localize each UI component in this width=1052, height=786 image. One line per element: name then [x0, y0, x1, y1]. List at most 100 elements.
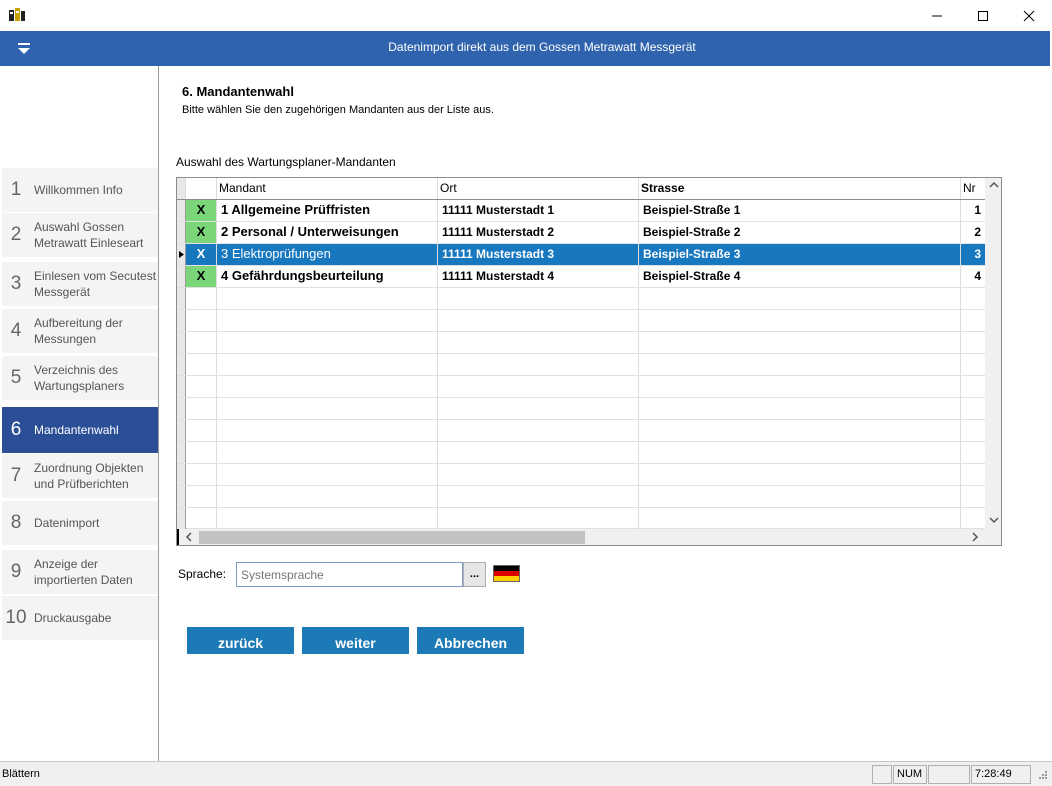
step-4[interactable]: 4 Aufbereitung der Messungen: [2, 309, 158, 353]
cell-ort: 11111 Musterstadt 4: [438, 266, 639, 287]
next-button[interactable]: weiter: [302, 627, 409, 654]
row-check[interactable]: X: [186, 266, 217, 287]
vertical-scrollbar[interactable]: [985, 178, 1001, 529]
horizontal-scrollbar[interactable]: [177, 529, 985, 545]
status-panel-num: NUM: [893, 765, 927, 784]
window-title: Datenimport direkt aus dem Gossen Metraw…: [388, 40, 696, 54]
title-bar: [0, 0, 1052, 31]
header-banner: Datenimport direkt aus dem Gossen Metraw…: [0, 31, 1050, 66]
step-label: Datenimport: [34, 516, 100, 530]
column-header-nr[interactable]: Nr: [961, 178, 985, 199]
cell-nr: 2: [974, 225, 981, 239]
scroll-right-icon[interactable]: [970, 532, 980, 545]
empty-row: [177, 508, 985, 529]
cell-strasse: Beispiel-Straße 4: [639, 266, 961, 287]
page-title: 6. Mandantenwahl: [182, 84, 294, 99]
back-button[interactable]: zurück: [187, 627, 294, 654]
scroll-corner: [985, 529, 1001, 545]
status-panel-scroll: [928, 765, 970, 784]
column-header-ort[interactable]: Ort: [438, 178, 639, 199]
step-9[interactable]: 9 Anzeige der importierten Daten: [2, 550, 158, 594]
scroll-edge: [177, 529, 179, 545]
step-label: Auswahl Gossen Metrawatt Einleseart: [34, 220, 144, 250]
app-icon: [8, 7, 26, 23]
empty-row: [177, 464, 985, 486]
row-check[interactable]: X: [186, 244, 217, 265]
empty-row: [177, 288, 985, 310]
cancel-button[interactable]: Abbrechen: [417, 627, 524, 654]
column-header-strasse[interactable]: Strasse: [639, 178, 961, 199]
row-header: [177, 266, 186, 287]
empty-row: [177, 420, 985, 442]
table-row-selected[interactable]: X 3 Elektroprüfungen 11111 Musterstadt 3…: [177, 244, 985, 266]
maximize-button[interactable]: [960, 0, 1006, 31]
column-header-check: [186, 178, 217, 199]
scroll-up-icon[interactable]: [989, 180, 999, 193]
resize-grip-icon[interactable]: [1036, 770, 1048, 785]
cell-ort: 11111 Musterstadt 2: [438, 222, 639, 243]
status-text: Blättern: [2, 768, 40, 780]
table-row[interactable]: X 1 Allgemeine Prüffristen 11111 Musters…: [177, 200, 985, 222]
step-number: 1: [10, 179, 22, 200]
step-6[interactable]: 6 Mandantenwahl: [2, 407, 158, 453]
step-label: Willkommen Info: [34, 183, 123, 197]
step-number: 3: [10, 273, 22, 294]
empty-row: [177, 376, 985, 398]
grid-header: Mandant Ort Strasse Nr: [177, 178, 985, 200]
step-number: 10: [5, 607, 27, 628]
german-flag-icon[interactable]: [493, 565, 520, 582]
step-label: Anzeige der importierten Daten: [34, 557, 133, 587]
cell-mandant: 2 Personal / Unterweisungen: [217, 222, 438, 243]
step-number: 7: [10, 465, 22, 486]
cell-nr: 3: [974, 247, 981, 261]
language-browse-button[interactable]: ...: [463, 562, 486, 587]
step-2[interactable]: 2 Auswahl Gossen Metrawatt Einleseart: [2, 213, 158, 257]
cell-nr: 4: [974, 269, 981, 283]
step-1[interactable]: 1 Willkommen Info: [2, 168, 158, 212]
status-panel-time: 7:28:49: [971, 765, 1031, 784]
empty-row: [177, 354, 985, 376]
cell-strasse: Beispiel-Straße 3: [639, 244, 961, 265]
column-header-mandant[interactable]: Mandant: [217, 178, 438, 199]
wizard-steps-sidebar: 1 Willkommen Info 2 Auswahl Gossen Metra…: [0, 66, 159, 761]
scroll-thumb[interactable]: [199, 531, 585, 544]
cell-mandant: 4 Gefährdungsbeurteilung: [217, 266, 438, 287]
scroll-left-icon[interactable]: [184, 532, 194, 545]
step-number: 9: [10, 561, 22, 582]
step-label: Zuordnung Objekten und Prüfberichten: [34, 461, 144, 491]
scroll-down-icon[interactable]: [989, 515, 999, 528]
cell-ort: 11111 Musterstadt 3: [438, 244, 639, 265]
language-label: Sprache:: [178, 567, 227, 581]
step-label: Druckausgabe: [34, 611, 112, 625]
step-3[interactable]: 3 Einlesen vom Secutest Messgerät: [2, 262, 158, 306]
status-panel-caps: [872, 765, 892, 784]
row-header-corner: [177, 178, 186, 199]
step-label: Verzeichnis des Wartungsplaners: [34, 363, 125, 393]
empty-row: [177, 486, 985, 508]
empty-row: [177, 310, 985, 332]
table-row[interactable]: X 4 Gefährdungsbeurteilung 11111 Musters…: [177, 266, 985, 288]
minimize-button[interactable]: [914, 0, 960, 31]
step-10[interactable]: 10 Druckausgabe: [2, 596, 158, 640]
step-label: Aufbereitung der Messungen: [34, 316, 123, 346]
step-7[interactable]: 7 Zuordnung Objekten und Prüfberichten: [2, 454, 158, 498]
page-subtitle: Bitte wählen Sie den zugehörigen Mandant…: [182, 104, 494, 116]
language-input[interactable]: [236, 562, 463, 587]
status-bar: Blättern NUM 7:28:49: [0, 761, 1052, 786]
mandant-grid[interactable]: Mandant Ort Strasse Nr X 1 Allgemeine Pr…: [176, 177, 1002, 546]
cell-mandant: 3 Elektroprüfungen: [217, 244, 438, 265]
empty-row: [177, 442, 985, 464]
step-8[interactable]: 8 Datenimport: [2, 501, 158, 545]
main-content: 6. Mandantenwahl Bitte wählen Sie den zu…: [160, 66, 1050, 761]
row-check[interactable]: X: [186, 222, 217, 243]
empty-row: [177, 398, 985, 420]
row-check[interactable]: X: [186, 200, 217, 221]
table-row[interactable]: X 2 Personal / Unterweisungen 11111 Must…: [177, 222, 985, 244]
step-number: 5: [10, 367, 22, 388]
empty-row: [177, 332, 985, 354]
close-button[interactable]: [1006, 0, 1052, 31]
step-label: Mandantenwahl: [34, 423, 119, 437]
row-header: [177, 200, 186, 221]
step-5[interactable]: 5 Verzeichnis des Wartungsplaners: [2, 356, 158, 400]
row-header-current-icon: [177, 244, 186, 265]
